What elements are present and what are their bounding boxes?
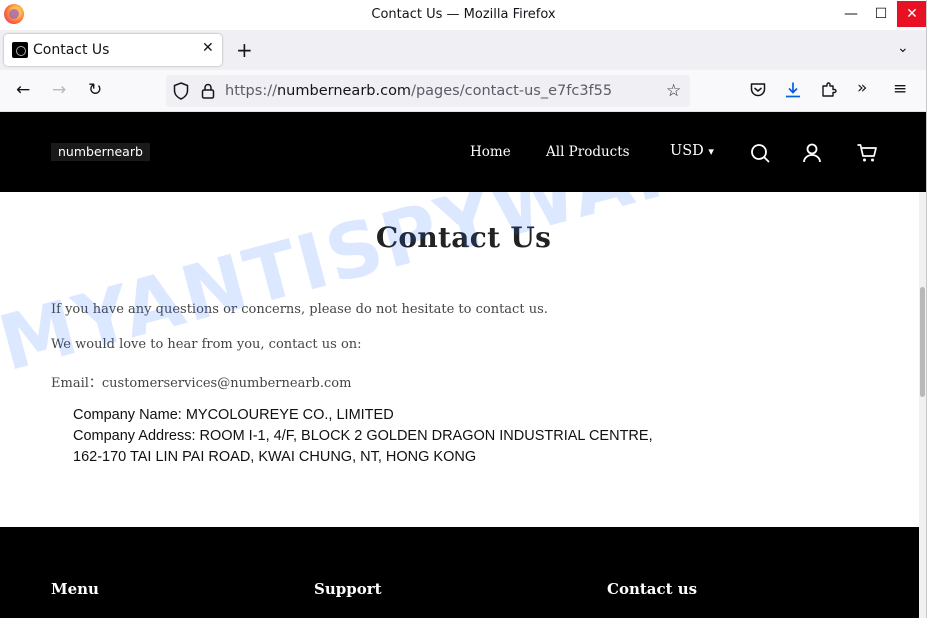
url-bar[interactable]: https://numbernearb.com/pages/contact-us… [166,75,690,107]
tab-strip: Contact Us ✕ [0,30,927,70]
hamburger-menu-icon[interactable]: ≡ [893,79,907,99]
overflow-icon[interactable]: » [857,78,867,98]
window-title: Contact Us — Mozilla Firefox [371,7,556,22]
site-footer: Menu Support Contact us [0,527,927,618]
page-title: Contact Us [375,221,552,254]
list-all-tabs-button[interactable]: ⌄ [897,40,909,56]
site-logo[interactable]: numbernearb [51,143,150,161]
close-window-button[interactable]: ✕ [897,1,927,27]
footer-heading-support: Support [314,580,382,598]
site-header: numbernearb Home All Products USD ▾ [0,112,927,192]
chevron-down-icon: ▾ [708,145,714,158]
intro-paragraph: If you have any questions or concerns, p… [51,302,548,317]
nav-all-products-link[interactable]: All Products [546,144,630,160]
close-tab-button[interactable]: ✕ [202,40,214,56]
tab-contact-us[interactable]: Contact Us ✕ [4,34,222,66]
page-content: Contact Us If you have any questions or … [0,192,927,527]
site-favicon-icon [12,42,28,58]
extensions-icon[interactable] [820,81,838,99]
cart-icon[interactable] [856,142,878,164]
reload-button[interactable]: ↻ [88,80,102,100]
nav-home-link[interactable]: Home [470,144,511,160]
back-button[interactable]: ← [16,80,30,100]
padlock-icon[interactable] [201,83,215,99]
url-scheme: https:// [225,83,277,99]
window-titlebar: Contact Us — Mozilla Firefox — ☐ ✕ [0,0,927,30]
footer-heading-menu: Menu [51,580,99,598]
new-tab-button[interactable]: + [236,38,253,62]
bookmark-star-icon[interactable]: ☆ [666,81,681,101]
company-name: Company Name: MYCOLOUREYE CO., LIMITED [73,407,394,423]
scrollbar-thumb[interactable] [920,287,925,397]
url-host: numbernearb.com [276,83,412,99]
footer-heading-contact: Contact us [607,580,698,598]
account-icon[interactable] [801,142,823,164]
tab-label: Contact Us [33,42,110,58]
maximize-button[interactable]: ☐ [866,0,896,28]
contact-paragraph: We would love to hear from you, contact … [51,337,362,352]
forward-button[interactable]: → [52,80,66,100]
url-path: /pages/contact-us_e7fc3f55 [411,83,613,99]
navigation-toolbar: ← → ↻ https://numbernearb.com/pages/cont… [0,70,927,112]
search-icon[interactable] [749,142,771,164]
minimize-button[interactable]: — [836,0,866,28]
tracking-shield-icon[interactable] [173,82,189,100]
pocket-icon[interactable] [749,81,767,99]
company-address-line-1: Company Address: ROOM I-1, 4/F, BLOCK 2 … [73,428,653,444]
email-line: Email：customerservices@numbernearb.com [51,376,352,391]
company-address-line-2: 162-170 TAI LIN PAI ROAD, KWAI CHUNG, NT… [73,449,477,465]
url-text[interactable]: https://numbernearb.com/pages/contact-us… [225,83,612,99]
currency-value: USD [670,143,704,159]
currency-selector[interactable]: USD ▾ [670,143,714,159]
downloads-icon[interactable] [784,81,802,99]
